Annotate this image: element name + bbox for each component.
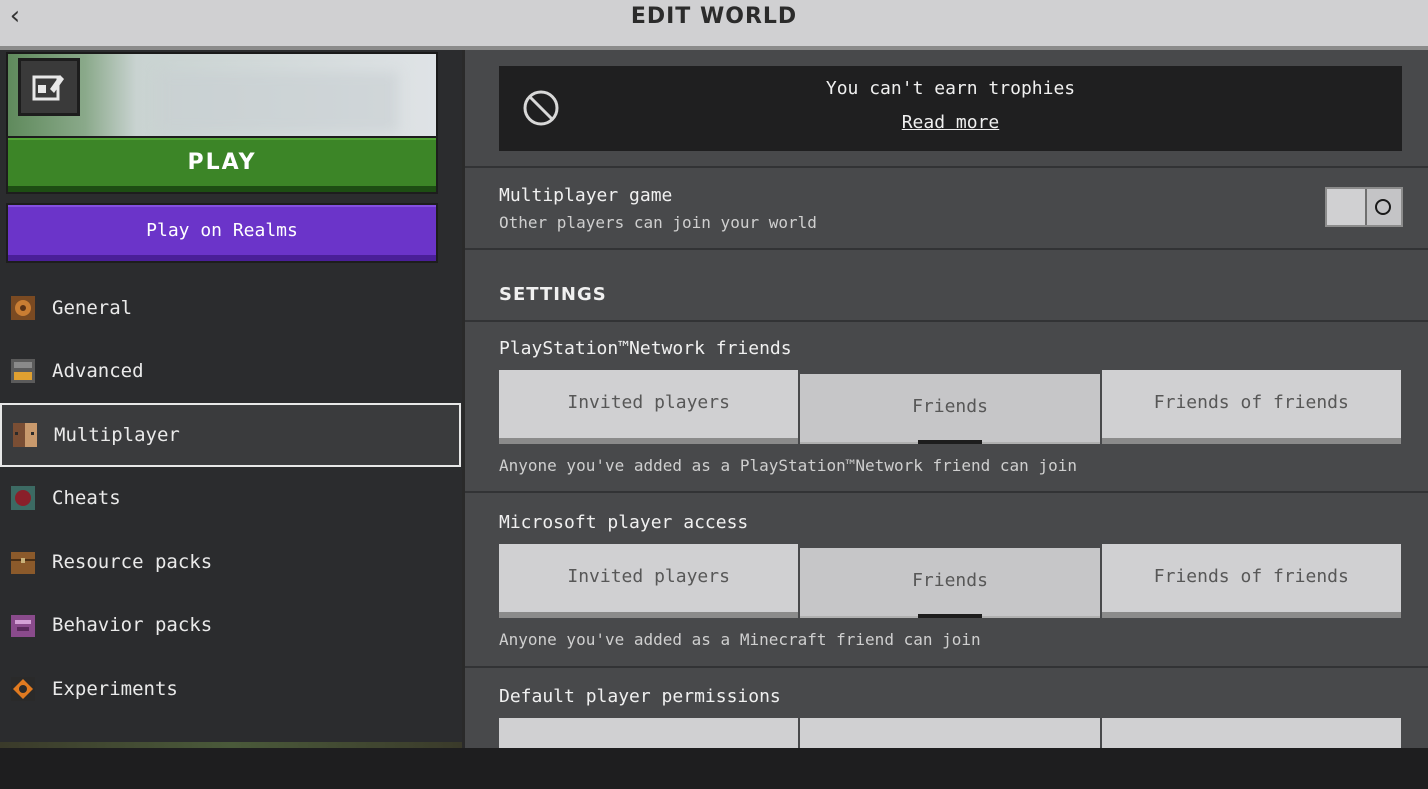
psn-access-note: Anyone you've added as a PlayStation™Net… [499,456,1077,475]
nav-label: Experiments [52,677,178,700]
gear-icon [8,293,38,323]
play-button[interactable]: PLAY [6,136,438,194]
permission-option[interactable] [499,718,799,748]
nav-label: Resource packs [52,550,213,573]
nav-label: General [52,296,133,319]
divider [465,320,1428,322]
nav-label: Advanced [52,360,144,383]
edit-thumbnail-button[interactable] [18,58,80,116]
title-bar: ‹ EDIT WORLD [0,0,1428,50]
microsoft-access-title: Microsoft player access [499,512,749,533]
divider [465,166,1428,168]
nav-item-general[interactable]: General [0,276,462,340]
edit-image-icon [32,75,64,101]
experiments-icon [8,674,38,704]
default-permissions-title: Default player permissions [499,686,781,707]
nav-item-experiments[interactable]: Experiments [0,657,462,721]
psn-friends-of-friends-option[interactable]: Friends of friends [1101,370,1401,444]
nav-item-resource-packs[interactable]: Resource packs [0,530,462,594]
divider [465,248,1428,250]
microsoft-access-note: Anyone you've added as a Minecraft frien… [499,630,981,649]
multiplayer-game-subtitle: Other players can join your world [499,213,817,232]
page-title: EDIT WORLD [630,4,798,29]
play-on-realms-button[interactable]: Play on Realms [6,203,438,263]
toggle-off-indicator [1375,199,1391,215]
behavior-pack-icon [8,610,38,640]
nav-label: Behavior packs [52,614,213,637]
bottom-bar [0,748,1428,789]
psn-friends-option[interactable]: Friends [800,374,1100,444]
multiplayer-toggle[interactable] [1325,187,1403,227]
command-block-icon [8,483,38,513]
psn-access-selector: Invited players Friends Friends of frien… [499,370,1401,444]
default-permissions-selector [499,718,1401,748]
divider [465,666,1428,668]
nav-label: Multiplayer [54,423,180,446]
nav-item-behavior-packs[interactable]: Behavior packs [0,594,462,658]
psn-invited-players-option[interactable]: Invited players [499,370,799,444]
nav-item-cheats[interactable]: Cheats [0,467,462,531]
ms-friends-option[interactable]: Friends [800,548,1100,618]
microsoft-access-selector: Invited players Friends Friends of frien… [499,544,1401,618]
nav-label: Cheats [52,487,121,510]
trophy-warning: You can't earn trophies Read more [499,66,1402,151]
toggle-knob [1327,189,1367,225]
trophy-warning-text: You can't earn trophies [825,78,1076,99]
player-heads-icon [10,420,40,450]
sidebar: PLAY Play on Realms General Advanced Mul… [0,50,462,742]
ms-friends-of-friends-option[interactable]: Friends of friends [1101,544,1401,618]
permission-option[interactable] [800,718,1100,748]
multiplayer-game-title: Multiplayer game [499,185,673,206]
furnace-icon [8,356,38,386]
settings-section-title: SETTINGS [499,284,607,305]
chest-icon [8,547,38,577]
permission-option[interactable] [1101,718,1401,748]
ms-invited-players-option[interactable]: Invited players [499,544,799,618]
psn-friends-title: PlayStation™Network friends [499,338,792,359]
settings-panel: You can't earn trophies Read more Multip… [462,50,1428,748]
settings-nav: General Advanced Multiplayer Cheats Reso… [0,276,462,721]
divider [465,491,1428,493]
nav-item-advanced[interactable]: Advanced [0,340,462,404]
read-more-link[interactable]: Read more [499,112,1402,133]
nav-item-multiplayer[interactable]: Multiplayer [0,403,461,467]
